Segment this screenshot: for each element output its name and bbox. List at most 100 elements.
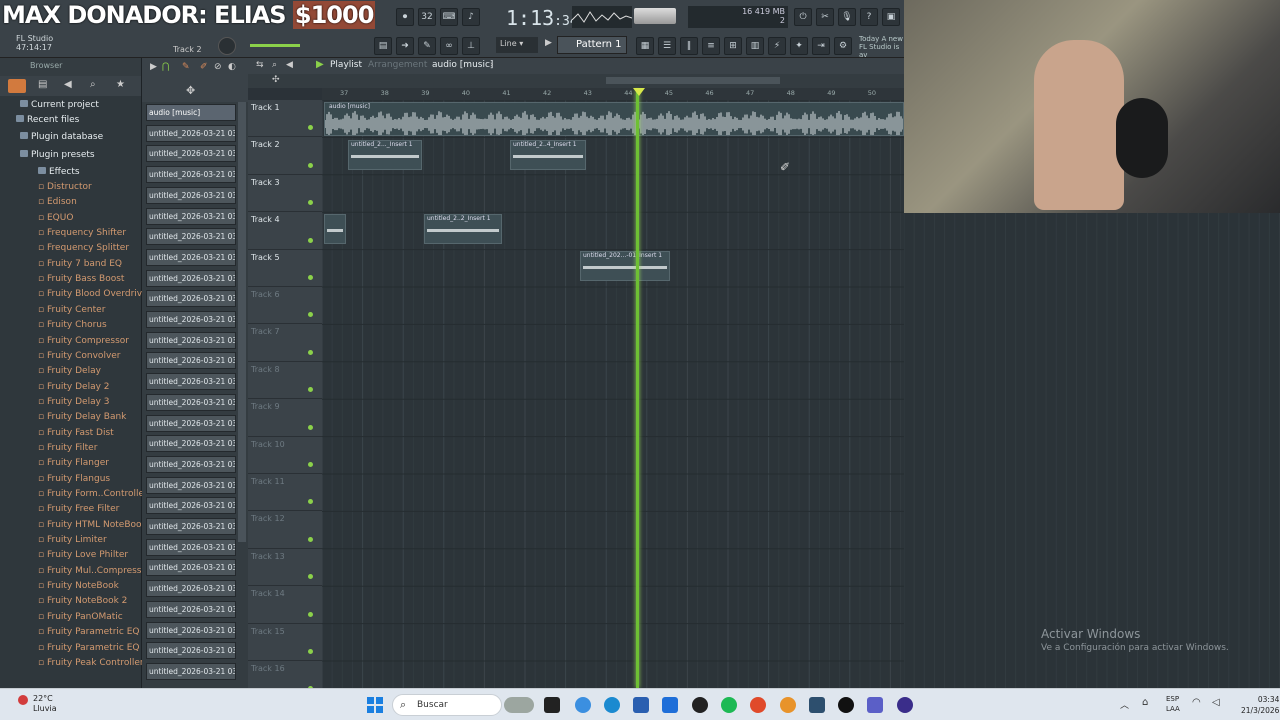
plugin-item[interactable]: ▫ Frequency Shifter [38,228,126,238]
pencil-icon[interactable]: ✎ [418,37,436,55]
track-mute-led[interactable] [308,274,313,280]
channel-item[interactable]: untitled_2026-03-21 03- [146,331,236,349]
plugin-item[interactable]: ▫ Fruity Form..Controller [38,489,148,499]
audio-clip[interactable] [324,214,346,244]
mixer-icon[interactable]: ‖ [680,37,698,55]
channel-item[interactable]: untitled_2026-03-21 03- [146,393,236,411]
horizontal-scrollbar[interactable] [606,77,780,84]
back-icon[interactable]: ◀ [64,79,72,90]
plugin-item[interactable]: ▫ Fruity Flanger [38,458,109,468]
track-mute-led[interactable] [308,499,313,505]
track-mute-led[interactable] [308,424,313,430]
tools-icon[interactable]: ✦ [790,37,808,55]
channel-item[interactable]: untitled_2026-03-21 03- [146,455,236,473]
track-header[interactable]: Track 15 [248,624,322,661]
app-icon[interactable] [692,697,708,713]
edge-icon[interactable] [604,697,620,713]
plugin-item[interactable]: ▫ Fruity Filter [38,443,97,453]
browser-app-icon[interactable] [750,697,766,713]
track-mute-led[interactable] [308,648,313,654]
pitch-knob[interactable] [218,37,236,55]
channel-item[interactable]: untitled_2026-03-21 03- [146,476,236,494]
steam-icon[interactable] [809,697,825,713]
track-header[interactable]: Track 10 [248,437,322,474]
channel-item[interactable]: untitled_2026-03-21 03- [146,311,236,328]
track-header[interactable]: Track 14 [248,586,322,624]
arrow-left-icon[interactable]: ✣ [272,75,280,85]
plugin-item[interactable]: ▫ Fruity Convolver [38,351,121,361]
browser-icon[interactable]: ⊞ [724,37,742,55]
app2-icon[interactable] [897,697,913,713]
plugin-item[interactable]: ▫ Fruity Fast Dist [38,428,114,438]
playlist-grid[interactable]: audio [music] untitled_2..._Insert 1 unt… [322,100,904,688]
plugin-icon[interactable]: ▥ [746,37,764,55]
help-icon[interactable]: ? [860,8,878,26]
plugin-item[interactable]: ▫ Fruity 7 band EQ [38,259,122,269]
plugin-item[interactable]: ▫ Fruity Free Filter [38,504,119,514]
search-icon[interactable]: ⌕ [90,79,96,90]
channel-item[interactable]: untitled_2026-03-21 03- [146,290,236,308]
channel-scrollbar[interactable] [238,102,246,542]
folder-item[interactable]: Effects [38,167,80,177]
channel-item[interactable]: audio [music] [146,104,236,121]
channel-item[interactable]: untitled_2026-03-21 03- [146,373,236,391]
star-icon[interactable]: ★ [116,79,125,90]
windows-start-icon[interactable] [367,697,383,713]
plugin-item[interactable]: ▫ EQUO [38,213,73,223]
store-icon[interactable] [633,697,649,713]
snap-tool-icon[interactable]: ⇆ [256,60,264,70]
weather-widget[interactable]: 22°C Lluvia [33,694,57,714]
current-clip-source[interactable]: audio [music] [432,60,493,70]
draw-tool-icon[interactable]: ✎ [182,62,190,72]
fl-studio-icon[interactable] [780,697,796,713]
channel-item[interactable]: untitled_2026-03-21 03- [146,662,236,680]
channel-item[interactable]: untitled_2026-03-21 03- [146,207,236,225]
plugin-item[interactable]: ▫ Fruity PanOMatic [38,612,123,622]
audio-clip[interactable]: untitled_202...-01_Insert 1 [580,251,670,281]
zoom-icon[interactable]: ⌕ [272,60,277,70]
track-mute-led[interactable] [308,387,313,393]
playlist-play-icon[interactable]: ▶ [316,59,324,70]
master-pitch-slider[interactable] [250,44,300,47]
paint-tool-icon[interactable]: ✐ [200,62,208,72]
folder-item[interactable]: Recent files [16,115,79,125]
obs-icon[interactable] [838,697,854,713]
move-icon[interactable]: ✥ [186,84,195,97]
plugin-item[interactable]: ▫ Fruity NoteBook 2 [38,596,127,606]
plugin-item[interactable]: ▫ Fruity Bass Boost [38,274,124,284]
folder-item[interactable]: Plugin database [20,132,103,142]
track-mute-led[interactable] [308,349,313,355]
play-icon[interactable]: ▶ [150,62,157,72]
eq-icon[interactable]: ≡ [702,37,720,55]
track-mute-led[interactable] [308,237,313,243]
plugin-item[interactable]: ▫ Fruity Flangus [38,474,110,484]
channel-item[interactable]: untitled_2026-03-21 03- [146,621,236,639]
plugin-item[interactable]: ▫ Fruity Center [38,305,105,315]
stamp-icon[interactable]: ⊥ [462,37,480,55]
plugin-item[interactable]: ▫ Fruity Delay 2 [38,382,110,392]
channel-item[interactable]: untitled_2026-03-21 03- [146,228,236,246]
plugin-item[interactable]: ▫ Distructor [38,182,92,192]
plugin-item[interactable]: ▫ Fruity Parametric EQ [38,627,139,637]
track-header[interactable]: Track 4 [248,212,322,250]
channel-item[interactable]: untitled_2026-03-21 03- [146,497,236,515]
audio-clip[interactable]: untitled_2..2_Insert 1 [424,214,502,244]
track-header[interactable]: Track 5 [248,250,322,287]
playhead-marker-icon[interactable] [633,88,645,96]
track-header[interactable]: Track 6 [248,287,322,325]
export-icon[interactable]: ⇥ [812,37,830,55]
plugin-item[interactable]: ▫ Fruity Delay Bank [38,412,126,422]
plugin-item[interactable]: ▫ Fruity Blood Overdrive [38,289,148,299]
channel-item[interactable]: untitled_2026-03-21 03- [146,124,236,142]
playlist-view-icon[interactable]: ▦ [636,37,654,55]
blend-notes-button[interactable]: ♪ [462,8,480,26]
teams-icon[interactable] [867,697,883,713]
channel-item[interactable]: untitled_2026-03-21 03- [146,642,236,660]
network-icon[interactable]: ⌂ [1142,697,1148,708]
channel-item[interactable]: untitled_2026-03-21 03- [146,186,236,204]
magnet-icon[interactable]: ⋂ [162,62,169,72]
channel-rack-icon[interactable]: ☰ [658,37,676,55]
channel-item[interactable]: untitled_2026-03-21 03- [146,559,236,577]
channel-item[interactable]: untitled_2026-03-21 03- [146,538,236,556]
channel-item[interactable]: untitled_2026-03-21 03- [146,145,236,163]
